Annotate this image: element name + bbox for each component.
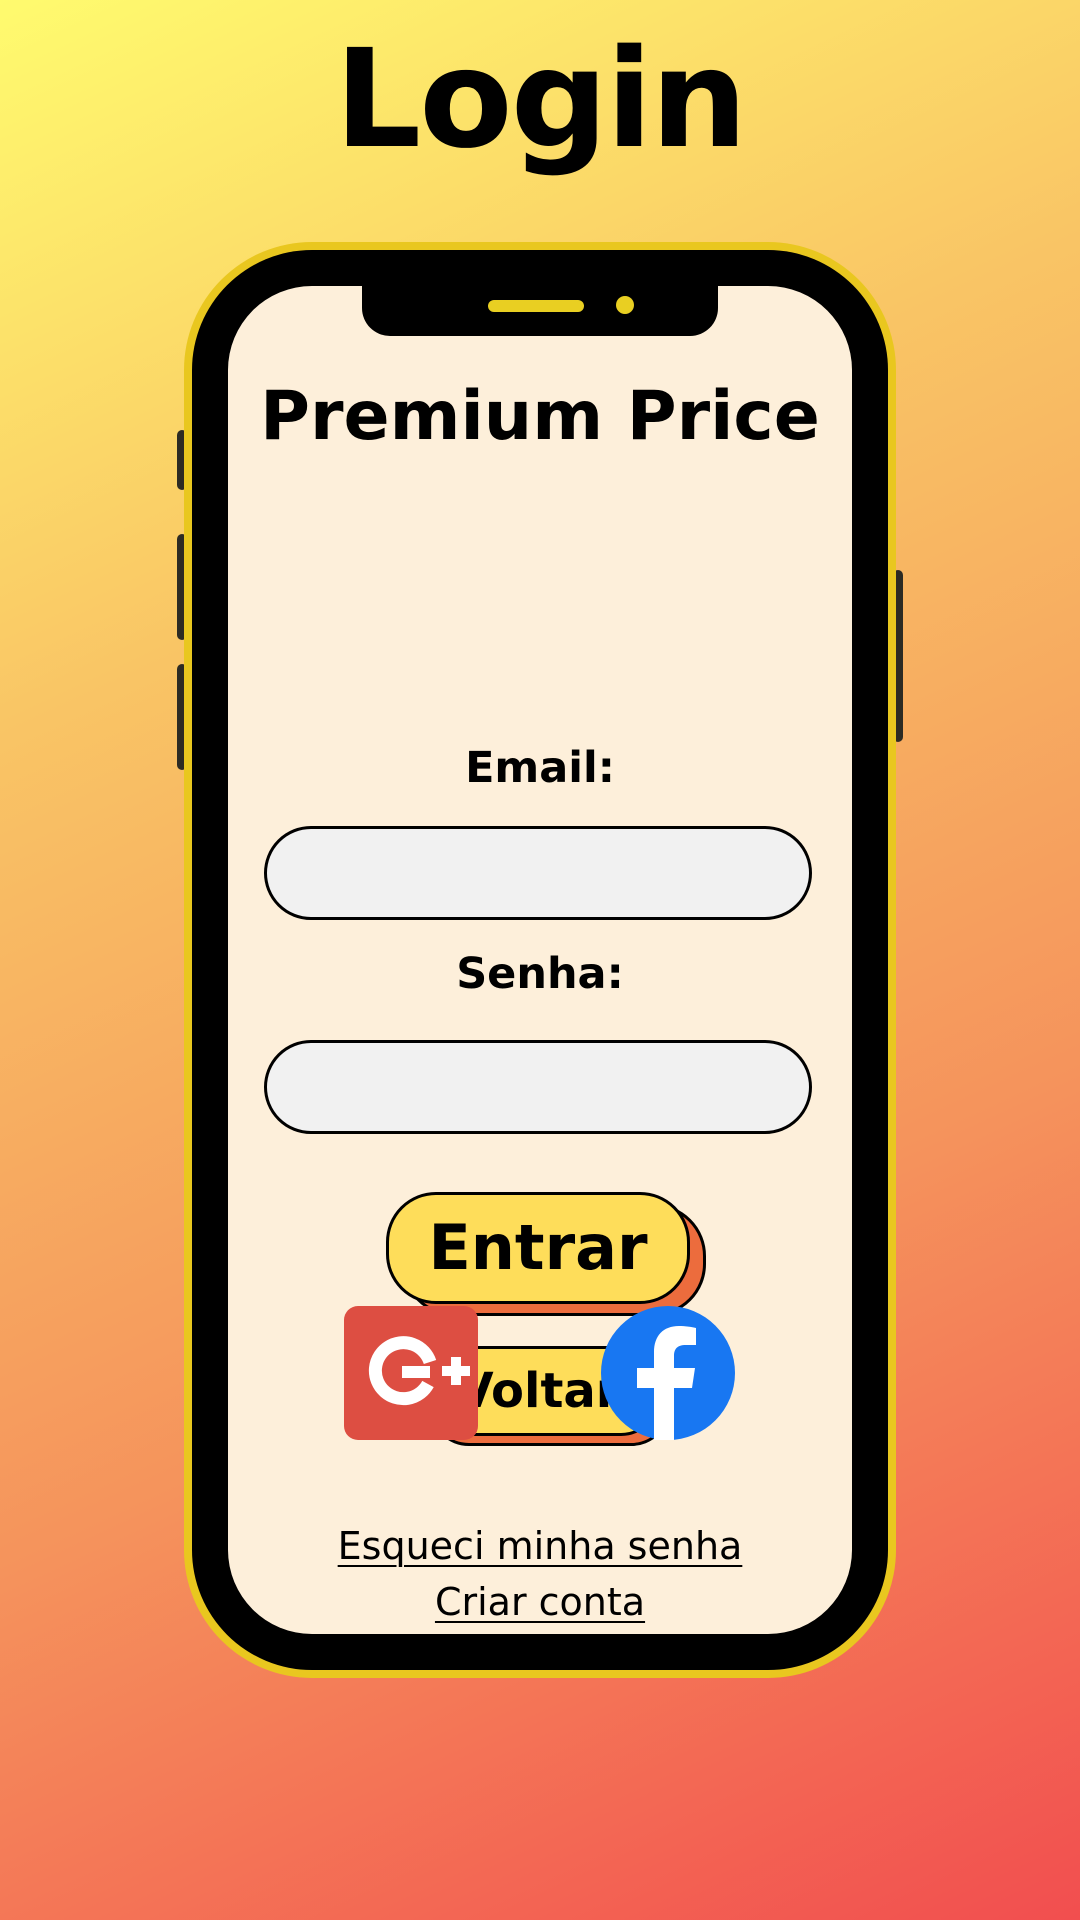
- phone-frame: Premium Price Email: Senha: Entrar Volta…: [184, 242, 896, 1678]
- phone-screen: Premium Price Email: Senha: Entrar Volta…: [228, 286, 852, 1634]
- create-account-link[interactable]: Criar conta: [228, 1576, 852, 1628]
- phone-body: Premium Price Email: Senha: Entrar Volta…: [192, 250, 888, 1670]
- phone-notch: [362, 286, 718, 336]
- facebook-icon[interactable]: [601, 1306, 735, 1440]
- email-field[interactable]: [264, 826, 812, 920]
- speaker-grille: [488, 300, 584, 312]
- forgot-password-link[interactable]: Esqueci minha senha: [228, 1520, 852, 1572]
- email-label: Email:: [465, 743, 615, 793]
- google-plus-icon[interactable]: [344, 1306, 478, 1440]
- app-title: Premium Price: [260, 377, 820, 456]
- enter-button[interactable]: Entrar: [386, 1192, 690, 1304]
- password-field[interactable]: [264, 1040, 812, 1134]
- enter-button-group: Entrar: [386, 1192, 706, 1316]
- page-title: Login: [334, 21, 748, 179]
- camera-icon: [616, 296, 634, 314]
- password-label: Senha:: [456, 949, 624, 999]
